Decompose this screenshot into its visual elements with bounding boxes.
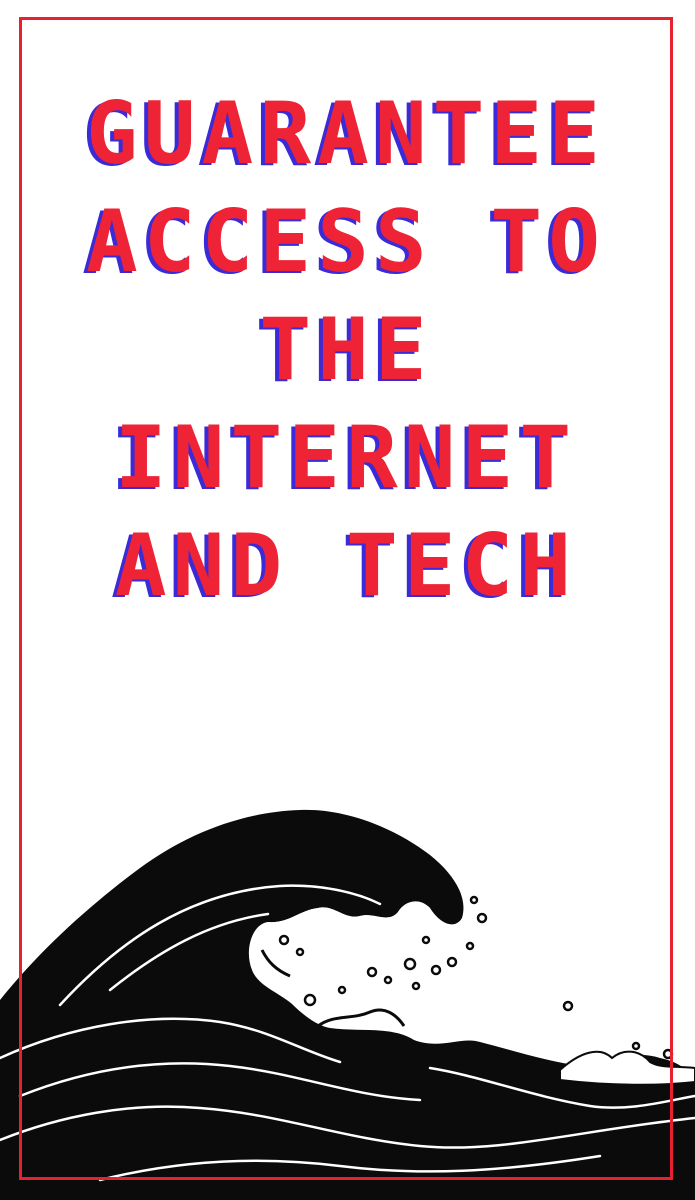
headline-line-1: GUARANTEE <box>86 84 606 184</box>
headline: GUARANTEE ACCESS TO THE INTERNET AND TEC… <box>19 80 673 620</box>
headline-line-2: ACCESS TO <box>86 192 606 292</box>
ocean-wave-icon <box>0 809 695 1200</box>
headline-line-5: AND TECH <box>114 516 578 616</box>
headline-line-3: THE <box>259 300 433 400</box>
headline-line-4: INTERNET <box>114 408 578 508</box>
poster: GUARANTEE ACCESS TO THE INTERNET AND TEC… <box>0 0 695 1200</box>
